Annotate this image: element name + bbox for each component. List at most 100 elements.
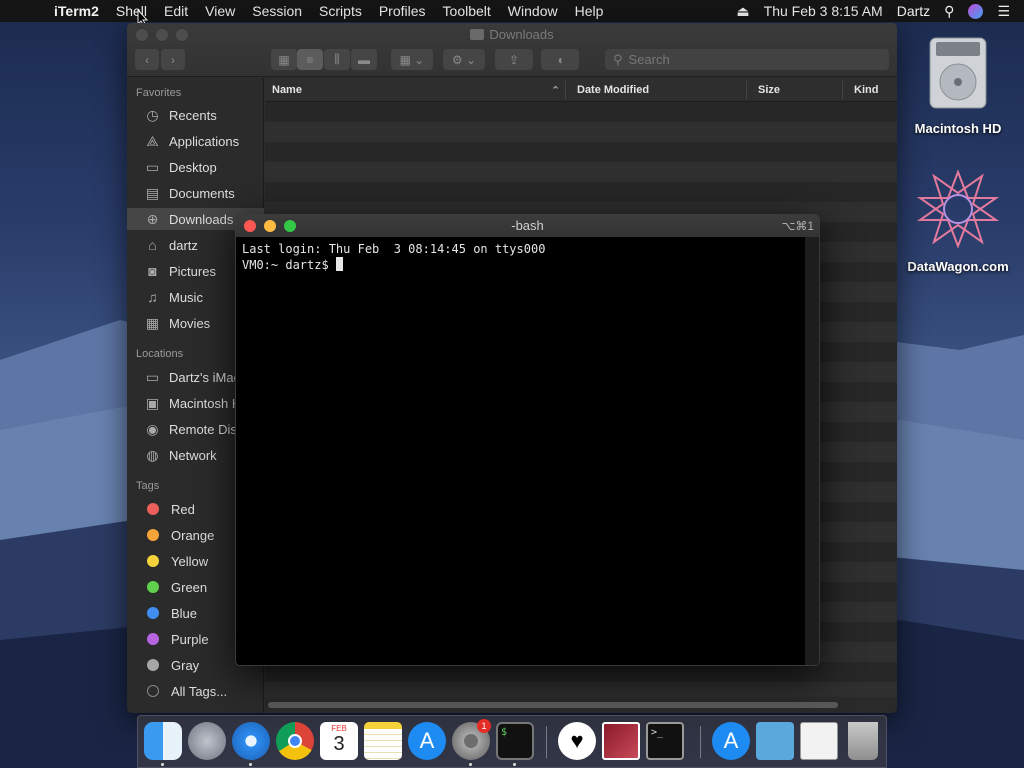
column-kind[interactable]: Kind bbox=[854, 84, 878, 96]
tag-outline-icon bbox=[147, 685, 159, 697]
close-button[interactable] bbox=[244, 220, 256, 232]
menu-toolbelt[interactable]: Toolbelt bbox=[443, 3, 491, 19]
dock-notes-icon[interactable] bbox=[364, 722, 402, 760]
sidebar-item-label: Desktop bbox=[169, 159, 217, 175]
menu-scripts[interactable]: Scripts bbox=[319, 3, 362, 19]
sort-ascending-icon: ⌃ bbox=[551, 85, 561, 97]
menu-extras: ⏏ Thu Feb 3 8:15 AM Dartz ⚲ ☰ bbox=[736, 0, 1024, 22]
menu-session[interactable]: Session bbox=[252, 3, 302, 19]
dock-trash-icon[interactable] bbox=[848, 722, 878, 760]
minimize-button[interactable] bbox=[264, 220, 276, 232]
menu-iterm2[interactable]: iTerm2 bbox=[54, 3, 99, 19]
search-placeholder: Search bbox=[628, 52, 670, 67]
horizontal-scrollbar[interactable] bbox=[265, 697, 897, 713]
dock-iterm2-icon[interactable]: $ bbox=[496, 722, 534, 760]
sidebar-item-applications[interactable]: ⟁ Applications bbox=[127, 130, 264, 152]
clock-icon: ◷ bbox=[146, 106, 159, 123]
hard-drive-icon: ▣ bbox=[145, 394, 160, 411]
desktop-icon: ▭ bbox=[145, 158, 160, 175]
eject-icon[interactable]: ⏏ bbox=[736, 3, 749, 20]
tag-dot-icon bbox=[147, 633, 159, 645]
desktop-icon-datawagon[interactable]: DataWagon.com bbox=[903, 168, 1013, 274]
dock: FEB 3 A 1 $ ♥ >_ A bbox=[137, 715, 887, 768]
desktop-icon-macintosh-hd[interactable]: Macintosh HD bbox=[903, 32, 1013, 136]
column-header: Name ⌃ Date Modified Size Kind bbox=[265, 78, 897, 102]
sidebar-item-label: Blue bbox=[171, 605, 198, 621]
sidebar-item-label: dartz bbox=[169, 237, 198, 253]
forward-button[interactable]: › bbox=[161, 49, 185, 70]
sidebar-item-label: Red bbox=[171, 501, 195, 517]
sidebar-item-all-tags[interactable]: All Tags... bbox=[127, 680, 264, 702]
sidebar-item-label: Gray bbox=[171, 657, 200, 673]
tag-dot-icon bbox=[147, 555, 159, 567]
search-input[interactable]: ⚲ Search bbox=[605, 49, 889, 70]
sidebar-item-label: All Tags... bbox=[171, 683, 228, 699]
sidebar-item-label: Movies bbox=[169, 315, 211, 331]
dock-terminal-icon[interactable]: >_ bbox=[646, 722, 684, 760]
folder-icon bbox=[470, 29, 485, 40]
sidebar-item-desktop[interactable]: ▭ Desktop bbox=[127, 156, 264, 178]
sidebar-item-recents[interactable]: ◷ Recents bbox=[127, 104, 264, 126]
menu-bar: iTerm2 Shell Edit View Session Scripts P… bbox=[0, 0, 1024, 22]
column-size[interactable]: Size bbox=[758, 84, 780, 96]
column-view-button[interactable]: ⫼ bbox=[324, 49, 350, 70]
downloads-icon: ⊕ bbox=[146, 210, 159, 227]
dock-bird-logo-icon[interactable]: ♥ bbox=[558, 722, 596, 760]
menu-window[interactable]: Window bbox=[508, 3, 558, 19]
dock-app-store-folder-icon[interactable]: A bbox=[712, 722, 750, 760]
notification-center-icon[interactable]: ☰ bbox=[997, 3, 1010, 20]
share-button[interactable]: ⇪ bbox=[495, 49, 533, 70]
tags-button[interactable]: ◖ bbox=[541, 49, 579, 70]
dock-app-store-icon[interactable]: A bbox=[408, 722, 446, 760]
terminal-line: Last login: Thu Feb 3 08:14:45 on ttys00… bbox=[242, 242, 546, 256]
search-icon: ⚲ bbox=[613, 51, 623, 67]
spotlight-icon[interactable]: ⚲ bbox=[944, 3, 954, 20]
dock-finder-icon[interactable] bbox=[144, 722, 182, 760]
sidebar-item-label: Music bbox=[169, 289, 203, 305]
terminal-shortcut: ⌥⌘1 bbox=[781, 219, 814, 233]
list-view-button[interactable]: ≡ bbox=[297, 49, 323, 70]
menu-view[interactable]: View bbox=[205, 3, 235, 19]
gallery-view-button[interactable]: ▬ bbox=[351, 49, 377, 70]
sidebar-heading-locations: Locations bbox=[136, 348, 184, 360]
menubar-user[interactable]: Dartz bbox=[897, 3, 930, 19]
desktop-icon-label: Macintosh HD bbox=[914, 121, 1002, 136]
sidebar-item-label: Downloads bbox=[169, 211, 234, 227]
dock-photos-stack-icon[interactable] bbox=[602, 722, 640, 760]
disc-icon: ◉ bbox=[146, 420, 159, 437]
sidebar-item-label: Yellow bbox=[171, 553, 209, 569]
action-gear-button[interactable]: ⚙ ⌄ bbox=[443, 49, 485, 70]
dock-calendar-icon[interactable]: FEB 3 bbox=[320, 722, 358, 760]
terminal-window[interactable]: -bash ⌥⌘1 Last login: Thu Feb 3 08:14:45… bbox=[235, 214, 820, 666]
sidebar-item-documents[interactable]: ▤ Documents bbox=[127, 182, 264, 204]
document-icon: ▤ bbox=[145, 184, 160, 201]
sidebar-item-label: Recents bbox=[169, 107, 217, 123]
terminal-output[interactable]: Last login: Thu Feb 3 08:14:45 on ttys00… bbox=[236, 237, 819, 277]
film-icon: ▦ bbox=[145, 314, 160, 331]
dock-document-stack-icon[interactable] bbox=[800, 722, 838, 760]
zoom-button[interactable] bbox=[284, 220, 296, 232]
desktop-icon-label: DataWagon.com bbox=[907, 259, 1009, 274]
dock-downloads-folder-icon[interactable] bbox=[756, 722, 794, 760]
menu-edit[interactable]: Edit bbox=[164, 3, 188, 19]
music-note-icon: ♫ bbox=[147, 289, 158, 305]
globe-icon: ◍ bbox=[146, 446, 159, 463]
column-name[interactable]: Name bbox=[272, 84, 302, 96]
column-date-modified[interactable]: Date Modified bbox=[577, 84, 649, 96]
terminal-prompt: VM0:~ dartz$ bbox=[242, 258, 336, 272]
icon-view-button[interactable]: ▦ bbox=[271, 49, 297, 70]
menu-profiles[interactable]: Profiles bbox=[379, 3, 426, 19]
menu-help[interactable]: Help bbox=[575, 3, 604, 19]
sidebar-item-label: Pictures bbox=[169, 263, 216, 279]
finder-titlebar[interactable]: Downloads ‹ › ▦ ≡ ⫼ ▬ ▦ ⌄ ⚙ ⌄ ⇪ ◖ ⚲ Sear… bbox=[127, 23, 897, 77]
terminal-titlebar[interactable]: -bash ⌥⌘1 bbox=[236, 215, 819, 237]
terminal-scrollbar[interactable] bbox=[805, 237, 819, 665]
scrollbar-thumb[interactable] bbox=[268, 702, 838, 708]
back-button[interactable]: ‹ bbox=[135, 49, 159, 70]
siri-icon[interactable] bbox=[968, 3, 984, 19]
dock-launchpad-icon[interactable] bbox=[188, 722, 226, 760]
dock-safari-icon[interactable] bbox=[232, 722, 270, 760]
tag-dot-icon bbox=[147, 503, 159, 515]
group-button[interactable]: ▦ ⌄ bbox=[391, 49, 433, 70]
menubar-clock[interactable]: Thu Feb 3 8:15 AM bbox=[764, 3, 883, 19]
